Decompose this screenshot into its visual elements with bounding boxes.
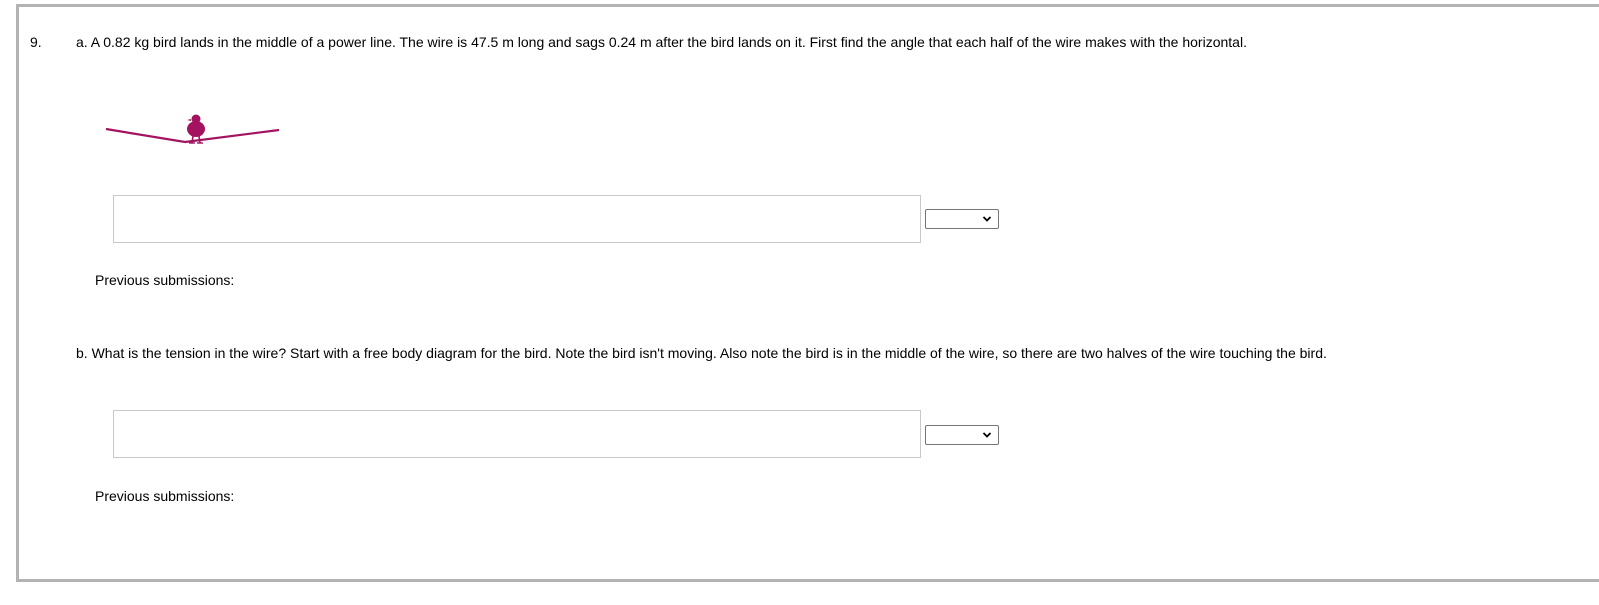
part-a-answer-input[interactable]	[113, 195, 921, 243]
part-a-unit-select[interactable]	[925, 209, 999, 229]
bird-on-wire-figure	[105, 114, 280, 144]
bird-leg-right	[198, 135, 201, 144]
part-a-previous-submissions: Previous submissions:	[95, 272, 235, 288]
question-frame	[16, 4, 1599, 582]
bird-beak	[187, 119, 191, 121]
part-a-prompt: a. A 0.82 kg bird lands in the middle of…	[76, 34, 1247, 50]
question-number: 9.	[30, 34, 42, 50]
part-b-answer-input[interactable]	[113, 410, 921, 458]
part-b-unit-select[interactable]	[925, 425, 999, 445]
part-b-previous-submissions: Previous submissions:	[95, 488, 235, 504]
chevron-down-icon	[982, 216, 992, 222]
bird-head	[191, 114, 201, 124]
bird-leg-left	[191, 135, 194, 144]
part-b-prompt: b. What is the tension in the wire? Star…	[76, 345, 1327, 361]
chevron-down-icon	[982, 432, 992, 438]
